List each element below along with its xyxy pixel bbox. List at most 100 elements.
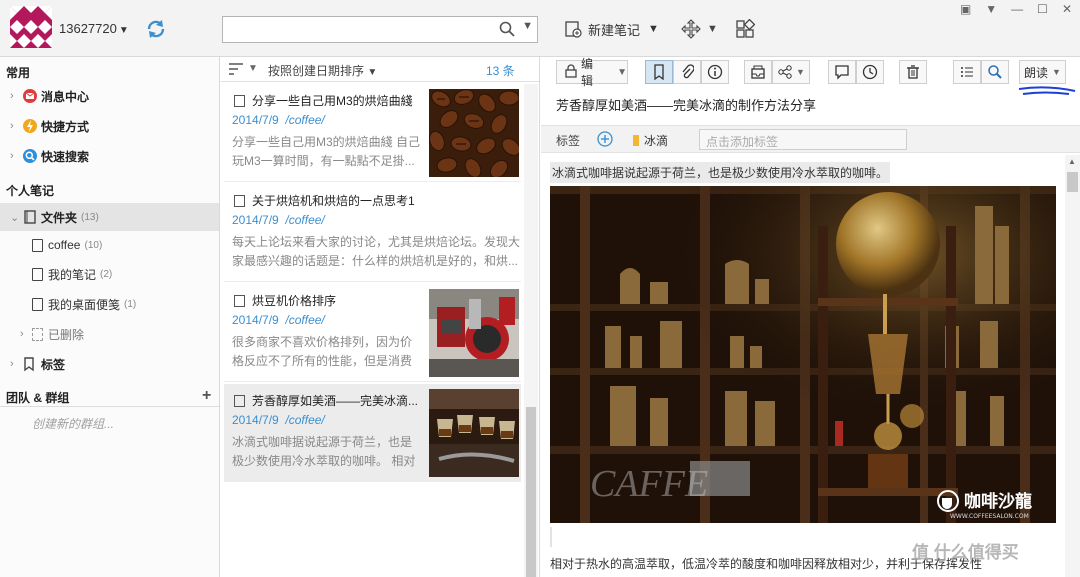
annotation-underline bbox=[1018, 86, 1076, 95]
chevron-right-icon: › bbox=[20, 328, 24, 340]
chevron-down-icon[interactable]: ▼ bbox=[522, 20, 533, 32]
account-menu[interactable]: 13627720 ▼ bbox=[59, 21, 129, 36]
note-meta: 2014/7/9 /coffee/ bbox=[232, 413, 325, 427]
scrollbar[interactable]: ▲ bbox=[1065, 155, 1080, 577]
edit-button[interactable]: 编辑 ▼ bbox=[556, 57, 628, 88]
list-item-selected[interactable]: 芳香醇厚如美酒——完美冰滴... 2014/7/9 /coffee/ 冰滴式咖啡… bbox=[224, 384, 521, 482]
sidebar-item-messages[interactable]: › 消息中心 bbox=[10, 85, 89, 107]
notebook-my-notes[interactable]: 我的笔记 (2) bbox=[32, 263, 112, 285]
find-in-note-icon[interactable] bbox=[981, 60, 1009, 84]
search-icon[interactable] bbox=[499, 21, 515, 37]
clock-icon[interactable] bbox=[856, 60, 884, 84]
scrollbar-thumb[interactable] bbox=[1067, 172, 1078, 192]
chevron-down-icon: ▼ bbox=[118, 25, 129, 36]
maximize-icon[interactable]: ☐ bbox=[1037, 2, 1048, 16]
add-tag-icon[interactable] bbox=[597, 131, 613, 150]
note-editor: 编辑 ▼ ▼ 朗读 ▼ 芳香醇厚如美酒——完美冰滴的制作方法分享 标签 冰滴 点… bbox=[541, 57, 1080, 577]
sidebar-item-tags[interactable]: › 标签 bbox=[10, 353, 65, 375]
section-team-heading: 团队 & 群组 bbox=[6, 391, 70, 405]
tag-icon bbox=[22, 356, 38, 372]
scrollbar-thumb[interactable] bbox=[526, 407, 536, 577]
note-icon bbox=[234, 395, 245, 407]
note-title: 芳香醇厚如美酒——完美冰滴... bbox=[252, 394, 419, 408]
cold-drip-coffee-photo: CAFFE 咖啡沙龍 WWW.COFFEESALON.COM bbox=[550, 186, 1056, 523]
notebook-coffee[interactable]: coffee (10) bbox=[32, 234, 102, 256]
notebook-desktop-stickies[interactable]: 我的桌面便笺 (1) bbox=[32, 293, 136, 315]
section-personal-heading: 个人笔记 bbox=[6, 184, 55, 198]
chevron-down-icon: ▼ bbox=[707, 23, 718, 35]
list-item[interactable]: 分享一些自己用M3的烘焙曲綫 2014/7/9 /coffee/ 分享一些自己用… bbox=[224, 84, 521, 182]
tag-chip[interactable]: 冰滴 bbox=[633, 132, 668, 149]
account-name: 13627720 bbox=[59, 21, 117, 36]
read-aloud-button[interactable]: 朗读 ▼ bbox=[1019, 60, 1066, 84]
trash-notebook-icon bbox=[32, 327, 43, 341]
lock-icon bbox=[565, 63, 577, 81]
sort-dropdown[interactable]: 按照创建日期排序 ▼ bbox=[268, 62, 377, 79]
search-input[interactable]: ▼ bbox=[222, 16, 538, 43]
sync-icon[interactable] bbox=[145, 18, 167, 40]
trash-icon[interactable] bbox=[899, 60, 927, 84]
outline-list-icon[interactable] bbox=[953, 60, 981, 84]
avatar-pattern-icon bbox=[10, 6, 52, 48]
cold-brew-thumbnail bbox=[429, 389, 519, 477]
note-meta: 2014/7/9 /coffee/ bbox=[232, 113, 325, 127]
tag-flag-icon bbox=[633, 135, 639, 146]
list-item[interactable]: 关于烘焙机和烘焙的一点思考1 2014/7/9 /coffee/ 每天上论坛来看… bbox=[224, 184, 521, 282]
tag-input[interactable]: 点击添加标签 bbox=[699, 129, 907, 150]
layout-grid-icon[interactable] bbox=[735, 18, 756, 39]
sidebar-item-trash[interactable]: › 已删除 bbox=[20, 323, 84, 345]
move-button[interactable]: ▼ bbox=[681, 19, 718, 39]
bookmark-icon[interactable] bbox=[645, 60, 673, 84]
list-item[interactable]: 烘豆机价格排序 2014/7/9 /coffee/ 很多商家不喜欢价格排列，因为… bbox=[224, 284, 521, 382]
note-title: 关于烘焙机和烘焙的一点思考1 bbox=[252, 194, 415, 208]
close-icon[interactable]: ✕ bbox=[1062, 2, 1072, 16]
note-content[interactable]: 冰滴式咖啡据说起源于荷兰，也是极少数使用冷水萃取的咖啡。 CAFFE 咖啡沙龍 … bbox=[541, 155, 1063, 577]
chevron-down-icon[interactable]: ▼ bbox=[648, 23, 659, 35]
share-icon[interactable]: ▼ bbox=[772, 60, 810, 84]
note-title: 分享一些自己用M3的烘焙曲綫 bbox=[252, 94, 413, 108]
new-note-button[interactable]: 新建笔记 ▼ bbox=[564, 18, 659, 40]
top-bar: 13627720 ▼ ▼ 新建笔记 ▼ ▼ ▣ ▼ — ☐ ✕ bbox=[0, 0, 1080, 57]
attachment-icon[interactable] bbox=[673, 60, 701, 84]
intro-paragraph: 冰滴式咖啡据说起源于荷兰，也是极少数使用冷水萃取的咖啡。 bbox=[550, 162, 891, 183]
chevron-down-icon: ▼ bbox=[1052, 67, 1061, 77]
sidebar-item-quick-search[interactable]: › 快速搜索 bbox=[10, 145, 89, 167]
notebook-icon bbox=[32, 238, 43, 252]
sidebar-item-shortcuts[interactable]: › 快捷方式 bbox=[10, 115, 89, 137]
search-icon bbox=[22, 148, 38, 164]
tag-bar: 标签 冰滴 点击添加标签 bbox=[541, 125, 1080, 153]
note-meta: 2014/7/9 /coffee/ bbox=[232, 313, 325, 327]
info-icon[interactable] bbox=[701, 60, 729, 84]
dropdown-icon[interactable]: ▼ bbox=[985, 2, 997, 16]
add-group-icon[interactable]: + bbox=[202, 387, 211, 405]
avatar[interactable] bbox=[10, 6, 52, 48]
note-icon bbox=[234, 295, 245, 307]
text-cursor-line bbox=[550, 527, 552, 547]
note-list: ▼ 按照创建日期排序 ▼ 13 条 分享一些自己用M3的烘焙曲綫 2014/7/… bbox=[221, 57, 540, 577]
note-snippet: 每天上论坛来看大家的讨论，尤其是烘焙论坛。发现大家最感兴趣的话题是：什么样的烘焙… bbox=[232, 235, 521, 268]
note-meta: 2014/7/9 /coffee/ bbox=[232, 213, 325, 227]
comment-icon[interactable] bbox=[828, 60, 856, 84]
notebook-icon bbox=[22, 209, 38, 225]
sidebar-item-folder[interactable]: ⌄ 文件夹 (13) bbox=[10, 206, 99, 228]
window-controls: ▣ ▼ — ☐ ✕ bbox=[960, 2, 1072, 16]
minimize-icon[interactable]: — bbox=[1011, 2, 1023, 16]
chevron-right-icon: › bbox=[10, 120, 14, 132]
chevron-right-icon: › bbox=[10, 150, 14, 162]
scroll-up-icon[interactable]: ▲ bbox=[1068, 157, 1076, 166]
create-group-link[interactable]: 创建新的群组... bbox=[32, 415, 114, 432]
tags-label: 标签 bbox=[556, 134, 581, 148]
notebook-icon bbox=[32, 297, 43, 311]
note-icon bbox=[234, 95, 245, 107]
shirt-icon[interactable]: ▣ bbox=[960, 2, 971, 16]
note-snippet: 冰滴式咖啡据说起源于荷兰，也是极少数使用冷水萃取的咖啡。 相对于... bbox=[232, 435, 416, 468]
note-snippet: 很多商家不喜欢价格排列，因为价格反应不了所有的性能，但是消费者... bbox=[232, 335, 413, 368]
chevron-down-icon[interactable]: ▼ bbox=[248, 63, 258, 74]
new-note-icon bbox=[564, 20, 582, 38]
note-snippet: 分享一些自己用M3的烘焙曲綫 自己玩M3一算时間，有一點點不足掛... bbox=[232, 135, 421, 168]
photo-logo-text: 咖啡沙龍 bbox=[964, 491, 1032, 512]
note-title-heading[interactable]: 芳香醇厚如美酒——完美冰滴的制作方法分享 bbox=[556, 95, 816, 114]
sort-icon[interactable] bbox=[228, 62, 244, 79]
message-icon bbox=[22, 88, 38, 104]
share-inbox-icon[interactable] bbox=[744, 60, 772, 84]
